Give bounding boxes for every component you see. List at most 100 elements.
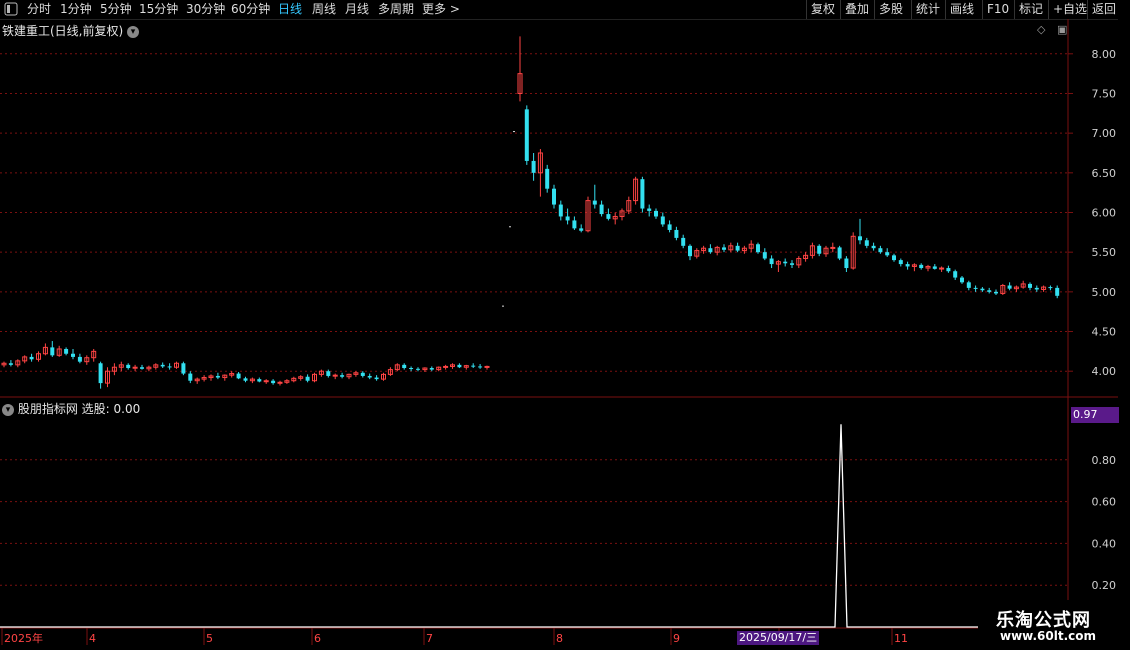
price-tick-label: 5.50 (1092, 246, 1117, 259)
x-axis-label: 8 (556, 632, 563, 645)
candle-body (402, 364, 407, 369)
candle-body (756, 244, 760, 253)
candle-body (735, 245, 740, 251)
candle-body (360, 372, 365, 376)
candle-body (126, 364, 131, 369)
candle-body (783, 261, 788, 264)
candle-body (1034, 287, 1039, 290)
price-tick-label: 5.00 (1092, 286, 1117, 299)
candle-body (966, 282, 971, 288)
candle-body (647, 208, 652, 211)
x-axis-label: 11 (894, 632, 908, 645)
candle-body (871, 245, 876, 249)
indicator-tick-label: 0.20 (1092, 579, 1117, 592)
candle-body (722, 247, 726, 250)
candle-body (332, 374, 338, 377)
candle-body (987, 290, 992, 292)
x-axis-label: 7 (426, 632, 433, 645)
candle-body (524, 109, 529, 161)
price-tick-label: 8.00 (1092, 48, 1117, 61)
candle-body (878, 248, 883, 253)
x-axis-label: 5 (206, 632, 213, 645)
candle-body (277, 381, 283, 384)
candle-body (471, 365, 476, 367)
candle-body (64, 348, 69, 354)
candle-body (953, 271, 958, 278)
candle-body (905, 264, 910, 267)
candle-body (160, 364, 165, 367)
candle-body (409, 368, 414, 370)
candle-body (844, 258, 849, 269)
candle-body (681, 237, 686, 246)
candle-body (236, 373, 241, 379)
indicator-current-value: 0.97 (1071, 407, 1119, 423)
candle-body (769, 258, 774, 265)
candle-body (552, 188, 556, 205)
candle-body (558, 204, 563, 217)
candle-body (592, 200, 597, 205)
candle-body (367, 375, 372, 378)
candle-body (305, 376, 310, 381)
price-tick-label: 4.00 (1092, 365, 1117, 378)
candle-body (374, 377, 379, 380)
candle-body (50, 347, 55, 356)
candle-body (1048, 287, 1053, 289)
candle-body (790, 263, 794, 265)
indicator-tick-label: 0.40 (1092, 537, 1117, 550)
candle-body (443, 365, 449, 368)
watermark: 乐淘公式网 www.60lt.com (978, 600, 1130, 650)
x-axis-label: 2025年 (4, 631, 43, 645)
candle-body (960, 277, 964, 283)
candle-body (939, 267, 945, 270)
candle-body (77, 356, 82, 362)
candle-body (660, 216, 665, 225)
candle-body (688, 245, 692, 257)
candle-body (565, 216, 570, 221)
candle-body (830, 246, 836, 249)
candle-body (457, 364, 462, 368)
candle-body (572, 220, 577, 229)
price-chart[interactable]: 8.00 7.50 7.00 6.50 6.00 5.50 5.00 4.50 4.00 0.80… (0, 0, 1130, 650)
indicator-tick-label: 0.80 (1092, 454, 1117, 467)
side-panel-strip[interactable] (1118, 19, 1130, 629)
signal-line (0, 424, 1068, 628)
candle-body (429, 368, 434, 370)
candle-body (326, 371, 331, 376)
candle-body (708, 248, 713, 253)
candle-body (837, 247, 842, 259)
candle-body (29, 356, 34, 360)
candle-body (1055, 287, 1060, 296)
candle-body (416, 368, 420, 370)
price-tick-label: 7.50 (1092, 87, 1117, 100)
candle-body (545, 168, 550, 189)
candle-body (531, 160, 536, 173)
candle-body (215, 375, 220, 378)
candle-body (1028, 283, 1032, 288)
candle-body (71, 353, 75, 357)
candle-body (919, 264, 924, 269)
candle-body (858, 236, 862, 241)
candle-body (188, 373, 193, 381)
candle-body (898, 260, 903, 265)
candle-body (674, 229, 679, 238)
price-tick-label: 4.50 (1092, 326, 1117, 339)
candle-body (340, 375, 345, 377)
candle-body (762, 252, 767, 259)
candle-body (994, 291, 998, 294)
price-tick-label: 6.00 (1092, 207, 1117, 220)
watermark-url: www.60lt.com (1000, 629, 1097, 643)
x-axis-label: 4 (89, 632, 96, 645)
candle-body (167, 366, 172, 368)
indicator-tick-label: 0.60 (1092, 496, 1117, 509)
candle-body (640, 179, 645, 209)
price-tick-label: 6.50 (1092, 167, 1117, 180)
candle-body (271, 380, 276, 384)
candle-body (654, 210, 658, 217)
candle-body (257, 379, 262, 382)
candle-body (606, 214, 611, 219)
candle-body (885, 252, 890, 256)
candle-body (892, 255, 896, 261)
candle-body (8, 363, 13, 365)
candle-body (181, 363, 186, 374)
candle-body (132, 366, 138, 369)
